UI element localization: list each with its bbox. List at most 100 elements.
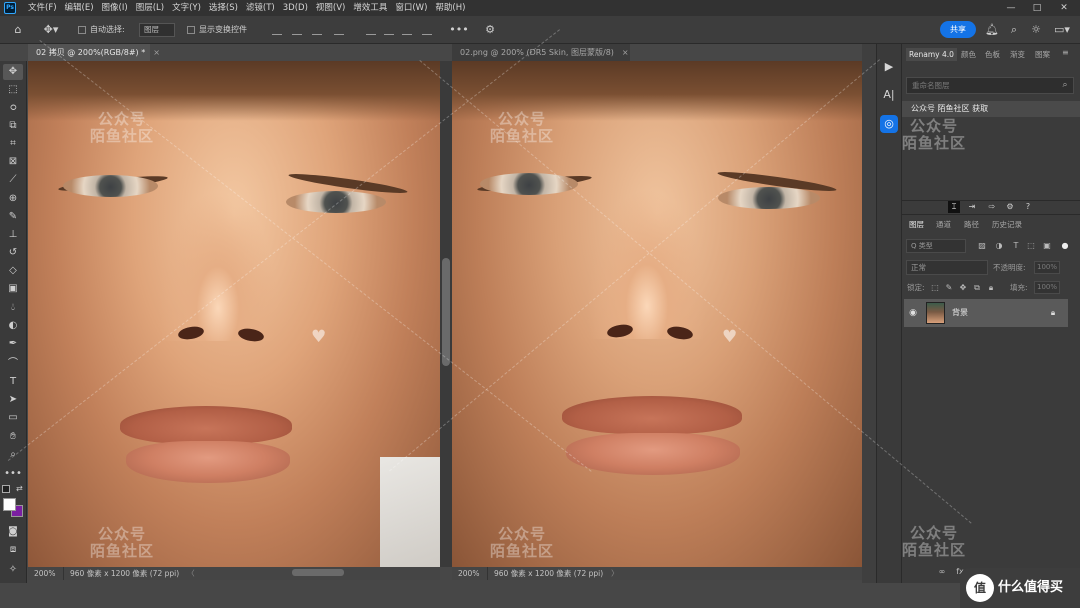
foreground-color-swatch[interactable] [3,498,16,511]
marquee-tool-icon[interactable]: ⬚ [3,82,23,98]
menu-help[interactable]: 帮助(H) [431,0,469,16]
tab-layers[interactable]: 图层 [909,218,924,232]
renamy-list-item[interactable]: 公众号 陌鱼社区 获取 [902,101,1080,117]
object-select-tool-icon[interactable]: ⧉ [3,118,23,134]
home-icon[interactable]: ⌂ [8,22,28,38]
dodge-tool-icon[interactable]: ◐ [3,318,23,334]
show-transform-checkbox[interactable]: 显示变换控件 [187,22,247,38]
spot-heal-tool-icon[interactable]: ⊕ [3,191,23,207]
auto-select-dropdown[interactable]: 图层 [139,23,175,37]
link-layers-icon[interactable]: ∞ [936,566,948,578]
search-icon[interactable]: ⌕ [1058,78,1072,92]
move-tool-preset-icon[interactable]: ✥▾ [38,22,64,38]
quick-mask-icon[interactable]: ◙ [3,524,23,540]
menu-3d[interactable]: 3D(D) [279,0,312,16]
horizontal-scrollbar-thumb[interactable] [292,569,344,576]
panel-menu-icon[interactable]: ≡ [1062,48,1069,57]
tab-swatches[interactable]: 色板 [985,48,1000,61]
filter-adjustment-icon[interactable]: ◑ [994,240,1004,252]
swap-colors-icon[interactable]: ⇄ [16,485,23,493]
close-window-button[interactable]: ✕ [1054,0,1074,16]
history-brush-tool-icon[interactable]: ↺ [3,245,23,261]
menu-view[interactable]: 视图(V) [312,0,349,16]
share-button[interactable]: 共享 [940,21,976,38]
type-tool-icon[interactable]: T [3,374,23,390]
tab-document-2[interactable]: 02.png @ 200% (DR5 Skin, 图层蒙版/8) × [452,44,630,61]
status-arrow-icon[interactable]: 〉 [611,569,619,578]
align-bottom-icon[interactable] [402,25,412,35]
blur-tool-icon[interactable]: 💧︎ [3,300,23,316]
apply-icon[interactable]: ⇨ [986,201,998,213]
tab-renamy[interactable]: Renamy 4.0 [906,48,957,61]
more-tools-icon[interactable]: ••• [3,466,23,482]
more-options-icon[interactable]: ••• [448,22,470,38]
filter-pixel-icon[interactable]: ▨ [977,240,987,252]
status-arrow-icon[interactable]: 〈 [187,569,195,578]
tab-channels[interactable]: 通道 [936,218,951,232]
align-right-icon[interactable] [312,25,322,35]
help-icon[interactable]: ? [1022,201,1034,213]
filter-type-icon[interactable]: T [1011,240,1021,252]
zoom-level[interactable]: 200% [452,567,488,580]
filter-smart-object-icon[interactable]: ▣ [1042,240,1052,252]
document-canvas-retouched[interactable]: 公众号 陌鱼社区 公众号 陌鱼社区 ♥ [452,61,862,567]
menu-select[interactable]: 选择(S) [205,0,242,16]
scrollbar-thumb[interactable] [442,258,450,366]
arrow-right-icon[interactable]: ⇥ [966,201,978,213]
menu-plugins[interactable]: 增效工具 [349,0,391,16]
play-action-icon[interactable]: ▶ [880,58,898,76]
close-tab-icon[interactable]: × [153,48,160,57]
distribute-vertical-icon[interactable] [422,25,432,35]
menu-file[interactable]: 文件(F) [24,0,61,16]
lock-transparent-icon[interactable]: ⬚ [930,281,940,294]
default-colors-icon[interactable] [2,485,10,493]
align-left-icon[interactable] [272,25,282,35]
filter-toggle-icon[interactable]: ● [1060,240,1070,252]
zoom-level[interactable]: 200% [28,567,64,580]
frame-tool-icon[interactable]: ⊠ [3,154,23,170]
blend-mode-dropdown[interactable]: 正常 [906,260,988,275]
lock-artboard-icon[interactable]: ⧉ [972,281,982,294]
rename-layer-input[interactable]: 重命名图层 [906,77,1074,94]
menu-type[interactable]: 文字(Y) [168,0,205,16]
screen-mode-icon[interactable]: ⧈ [3,542,23,558]
move-tool-icon[interactable]: ✥ [3,64,23,80]
lasso-tool-icon[interactable]: ഠ [3,100,23,116]
path-tool-icon[interactable]: ⌒ [3,356,23,372]
align-top-icon[interactable] [366,25,376,35]
fill-input[interactable]: 100% [1034,281,1060,294]
crop-tool-icon[interactable]: ⌗ [3,136,23,152]
stamp-tool-icon[interactable]: ⊥ [3,227,23,243]
lock-position-icon[interactable]: ✥ [958,281,968,294]
eyedropper-tool-icon[interactable]: ⟋ [3,172,23,188]
maximize-button[interactable]: □ [1027,0,1047,16]
bell-icon[interactable]: 🔔︎ [984,22,1000,38]
menu-edit[interactable]: 编辑(E) [61,0,98,16]
tab-gradients[interactable]: 渐变 [1010,48,1025,61]
hand-tool-icon[interactable]: ✋︎ [3,429,23,445]
menu-layer[interactable]: 图层(L) [132,0,168,16]
menu-window[interactable]: 窗口(W) [391,0,431,16]
auto-select-checkbox[interactable]: 自动选择: [78,22,125,38]
filter-shape-icon[interactable]: ⬚ [1026,240,1036,252]
tab-paths[interactable]: 路径 [964,218,979,232]
minimize-button[interactable]: — [1001,0,1021,16]
opacity-input[interactable]: 100% [1034,261,1060,274]
gradient-tool-icon[interactable]: ▣ [3,281,23,297]
generative-icon[interactable]: ✧ [3,562,23,578]
search-icon[interactable]: ⌕ [1006,22,1022,38]
lock-pixels-icon[interactable]: ✎ [944,281,954,294]
layer-lock-icon[interactable]: 🔒︎ [1048,307,1058,319]
tab-history[interactable]: 历史记录 [992,218,1022,232]
align-vcenter-icon[interactable] [384,25,394,35]
brush-tool-icon[interactable]: ✎ [3,209,23,225]
rectangle-tool-icon[interactable]: ▭ [3,410,23,426]
plugin-icon[interactable]: ◎ [880,115,898,133]
settings-icon[interactable]: ⚙ [1004,201,1016,213]
menu-image[interactable]: 图像(I) [98,0,132,16]
close-tab-icon[interactable]: × [622,48,629,57]
align-hcenter-icon[interactable] [292,25,302,35]
pen-tool-icon[interactable]: ✒ [3,336,23,352]
layer-filter-dropdown[interactable]: Q 类型 [906,239,966,253]
lightbulb-icon[interactable]: ☼ [1028,22,1044,38]
